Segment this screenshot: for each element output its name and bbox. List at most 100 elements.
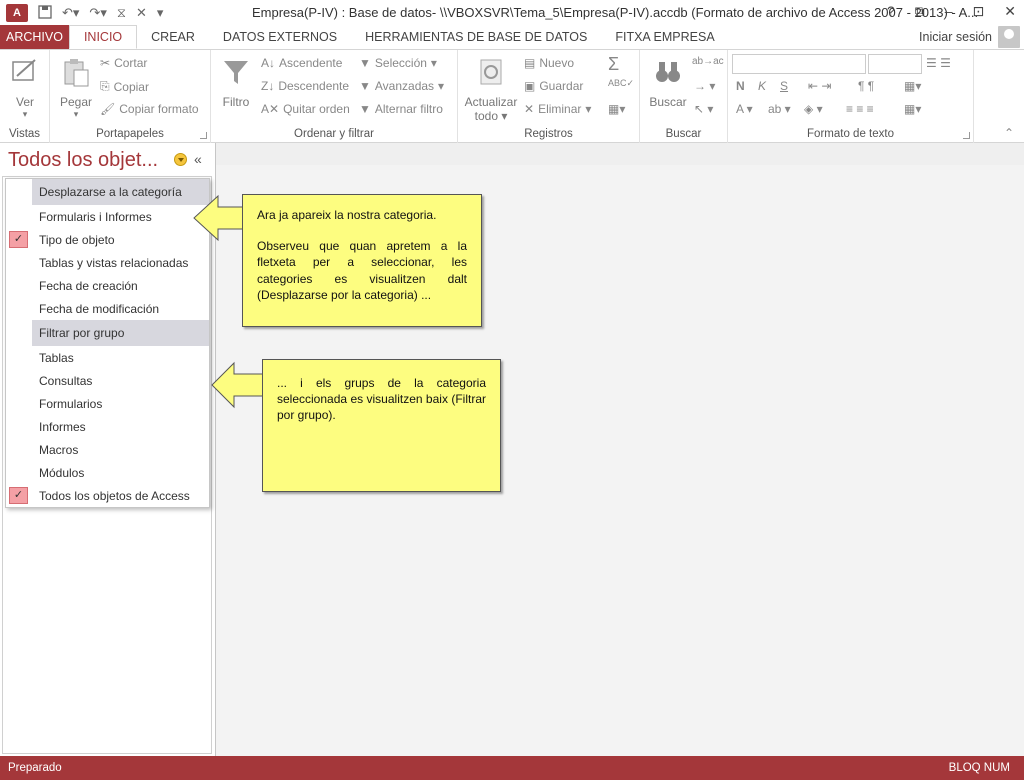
menu-item-fecha-modificacion[interactable]: Fecha de modificación — [6, 297, 209, 320]
new-record-button[interactable]: ▤ Nuevo — [524, 56, 574, 70]
nav-pane-title[interactable]: Todos los objet... — [8, 149, 158, 172]
paragraph-direction-icons[interactable]: ¶ ¶ — [858, 79, 874, 93]
avatar[interactable] — [998, 26, 1020, 48]
minimize-icon[interactable]: – — [945, 3, 953, 20]
tab-crear[interactable]: CREAR — [137, 25, 209, 49]
clear-sort-icon: A✕ — [261, 102, 280, 116]
goto-icon[interactable]: → ▾ — [694, 79, 715, 93]
save-record-icon: ▣ — [524, 79, 536, 93]
status-bar: Preparado BLOQ NUM — [0, 756, 1024, 780]
customize-qat-icon[interactable]: ▾ — [157, 5, 164, 21]
access-app-icon[interactable]: A — [6, 4, 28, 22]
menu-item-tablas-vistas[interactable]: Tablas y vistas relacionadas — [6, 251, 209, 274]
scissors-icon: ✂ — [100, 56, 111, 70]
collapse-pane-icon[interactable]: « — [194, 151, 202, 167]
callout-bottom: ... i els grups de la categoria seleccio… — [262, 359, 501, 492]
nav-menu-dropdown-icon[interactable] — [174, 153, 187, 166]
tab-inicio[interactable]: INICIO — [68, 25, 138, 49]
menu-item-formularis-informes[interactable]: Formularis i Informes — [6, 205, 209, 228]
view-icon — [12, 59, 36, 81]
fill-color-icon[interactable]: ◈ ▾ — [804, 102, 823, 116]
spelling-icon[interactable]: ABC✓ — [608, 78, 634, 89]
group-vistas: Ver ▾ Vistas — [0, 50, 50, 143]
font-color-icon[interactable]: A ▾ — [736, 102, 753, 116]
selection-filter-icon: ▼ — [359, 56, 371, 70]
menu-item-fecha-creacion[interactable]: Fecha de creación — [6, 274, 209, 297]
restore-icon[interactable]: ⊡ — [973, 3, 985, 20]
font-name-combo[interactable] — [732, 54, 866, 74]
status-text: Preparado — [8, 762, 62, 774]
undo-icon[interactable]: ↶▾ — [62, 5, 79, 21]
underline-icon[interactable]: S — [780, 79, 788, 93]
menu-item-informes[interactable]: Informes — [6, 415, 209, 438]
view-button[interactable]: Ver ▾ — [8, 56, 42, 120]
group-buscar: Buscar ab→ac → ▾ ↖ ▾ Buscar — [640, 50, 728, 143]
cut-button[interactable]: ✂ Cortar — [100, 56, 147, 70]
menu-item-modulos[interactable]: Módulos — [6, 461, 209, 484]
checkmark-icon: ✓ — [9, 231, 28, 248]
menu-section-filter-group: Filtrar por grupo — [32, 320, 209, 346]
menu-item-tipo-objeto[interactable]: ✓ Tipo de objeto — [6, 228, 209, 251]
sort-ascending-button[interactable]: A↓ Ascendente — [261, 56, 342, 70]
help-icon[interactable]: ? — [887, 3, 895, 20]
collapse-ribbon-icon[interactable]: ⌃ — [1004, 126, 1014, 140]
highlight-icon[interactable]: ab ▾ — [768, 102, 791, 116]
toggle-filter-icon: ▼ — [359, 102, 371, 116]
sign-in[interactable]: Iniciar sesión — [919, 26, 1020, 48]
ribbon: Ver ▾ Vistas Pegar ▾ ✂ Cortar ⎘ Copiar 🖌 Co… — [0, 50, 1024, 143]
view-refresh-icon[interactable]: ⧖ — [117, 5, 126, 21]
clear-sort-button[interactable]: A✕ Quitar orden — [261, 102, 350, 116]
window-title: Empresa(P-IV) : Base de datos- \\VBOXSVR… — [252, 5, 979, 20]
menu-item-tablas[interactable]: Tablas — [6, 346, 209, 369]
redo-icon[interactable]: ↷▾ — [89, 5, 106, 21]
align-icons[interactable]: ≡ ≡ ≡ — [846, 102, 874, 116]
portapapeles-launcher-icon[interactable] — [200, 132, 207, 139]
filter-button[interactable]: Filtro — [219, 56, 253, 109]
callout-arrow-top-icon — [193, 194, 249, 242]
sort-descending-icon: Z↓ — [261, 79, 275, 93]
format-painter-button[interactable]: 🖌 Copiar formato — [100, 102, 199, 116]
menu-item-consultas[interactable]: Consultas — [6, 369, 209, 392]
save-icon[interactable] — [38, 4, 52, 22]
ribbon-display-icon[interactable]: ⧉ — [915, 3, 925, 20]
advanced-filter-icon: ▼ — [359, 79, 371, 93]
find-button[interactable]: Buscar — [648, 56, 688, 109]
sort-descending-button[interactable]: Z↓ Descendente — [261, 79, 349, 93]
italic-icon[interactable]: K — [758, 79, 766, 93]
callout-top-line2: Observeu que quan apretem a la fletxeta … — [257, 239, 467, 302]
paste-button[interactable]: Pegar ▾ — [58, 56, 94, 120]
bullets-icon[interactable]: ☰ ☰ — [926, 56, 951, 70]
tab-herramientas[interactable]: HERRAMIENTAS DE BASE DE DATOS — [351, 25, 601, 49]
title-bar: A ↶▾ ↷▾ ⧖ ✕ ▾ Empresa(P-IV) : Base de da… — [0, 0, 1024, 26]
replace-icon[interactable]: ab→ac — [692, 56, 724, 67]
gridlines-icon[interactable]: ▦▾ — [904, 79, 921, 93]
close-icon[interactable]: ✕ — [1004, 3, 1016, 20]
menu-item-formularios[interactable]: Formularios — [6, 392, 209, 415]
binoculars-icon — [656, 62, 680, 82]
filter-icon — [224, 61, 248, 84]
font-size-combo[interactable] — [868, 54, 922, 74]
totals-icon[interactable]: Σ — [608, 54, 619, 75]
tab-fitxa-empresa[interactable]: FITXA EMPRESA — [601, 25, 728, 49]
selection-button[interactable]: ▼ Selección ▾ — [359, 56, 437, 70]
save-record-button[interactable]: ▣ Guardar — [524, 79, 583, 93]
more-records-icon[interactable]: ▦▾ — [608, 102, 625, 116]
alternate-row-icon[interactable]: ▦▾ — [904, 102, 921, 116]
toggle-filter-button[interactable]: ▼ Alternar filtro — [359, 102, 443, 116]
menu-item-macros[interactable]: Macros — [6, 438, 209, 461]
group-ordenar: Filtro A↓ Ascendente Z↓ Descendente A✕ Quit… — [211, 50, 458, 143]
copy-button[interactable]: ⎘ Copiar — [100, 79, 149, 94]
menu-item-todos-objetos[interactable]: ✓ Todos los objetos de Access — [6, 484, 209, 507]
indent-icons[interactable]: ⇤ ⇥ — [808, 79, 831, 93]
advanced-button[interactable]: ▼ Avanzadas ▾ — [359, 79, 444, 93]
close-database-icon[interactable]: ✕ — [136, 5, 147, 21]
delete-record-button[interactable]: ✕ Eliminar ▾ — [524, 102, 591, 116]
tab-datos-externos[interactable]: DATOS EXTERNOS — [209, 25, 351, 49]
formato-launcher-icon[interactable] — [963, 132, 970, 139]
select-icon[interactable]: ↖ ▾ — [694, 102, 713, 116]
tab-archivo[interactable]: ARCHIVO — [0, 25, 69, 49]
refresh-all-button[interactable]: Actualizar todo ▾ — [462, 56, 520, 123]
bold-icon[interactable]: N — [736, 79, 745, 93]
sign-in-label[interactable]: Iniciar sesión — [919, 30, 992, 44]
group-formato: ☰ ☰ N K S ⇤ ⇥ ¶ ¶ ▦▾ A ▾ ab ▾ ◈ ▾ ≡ ≡ ≡ … — [728, 50, 974, 143]
